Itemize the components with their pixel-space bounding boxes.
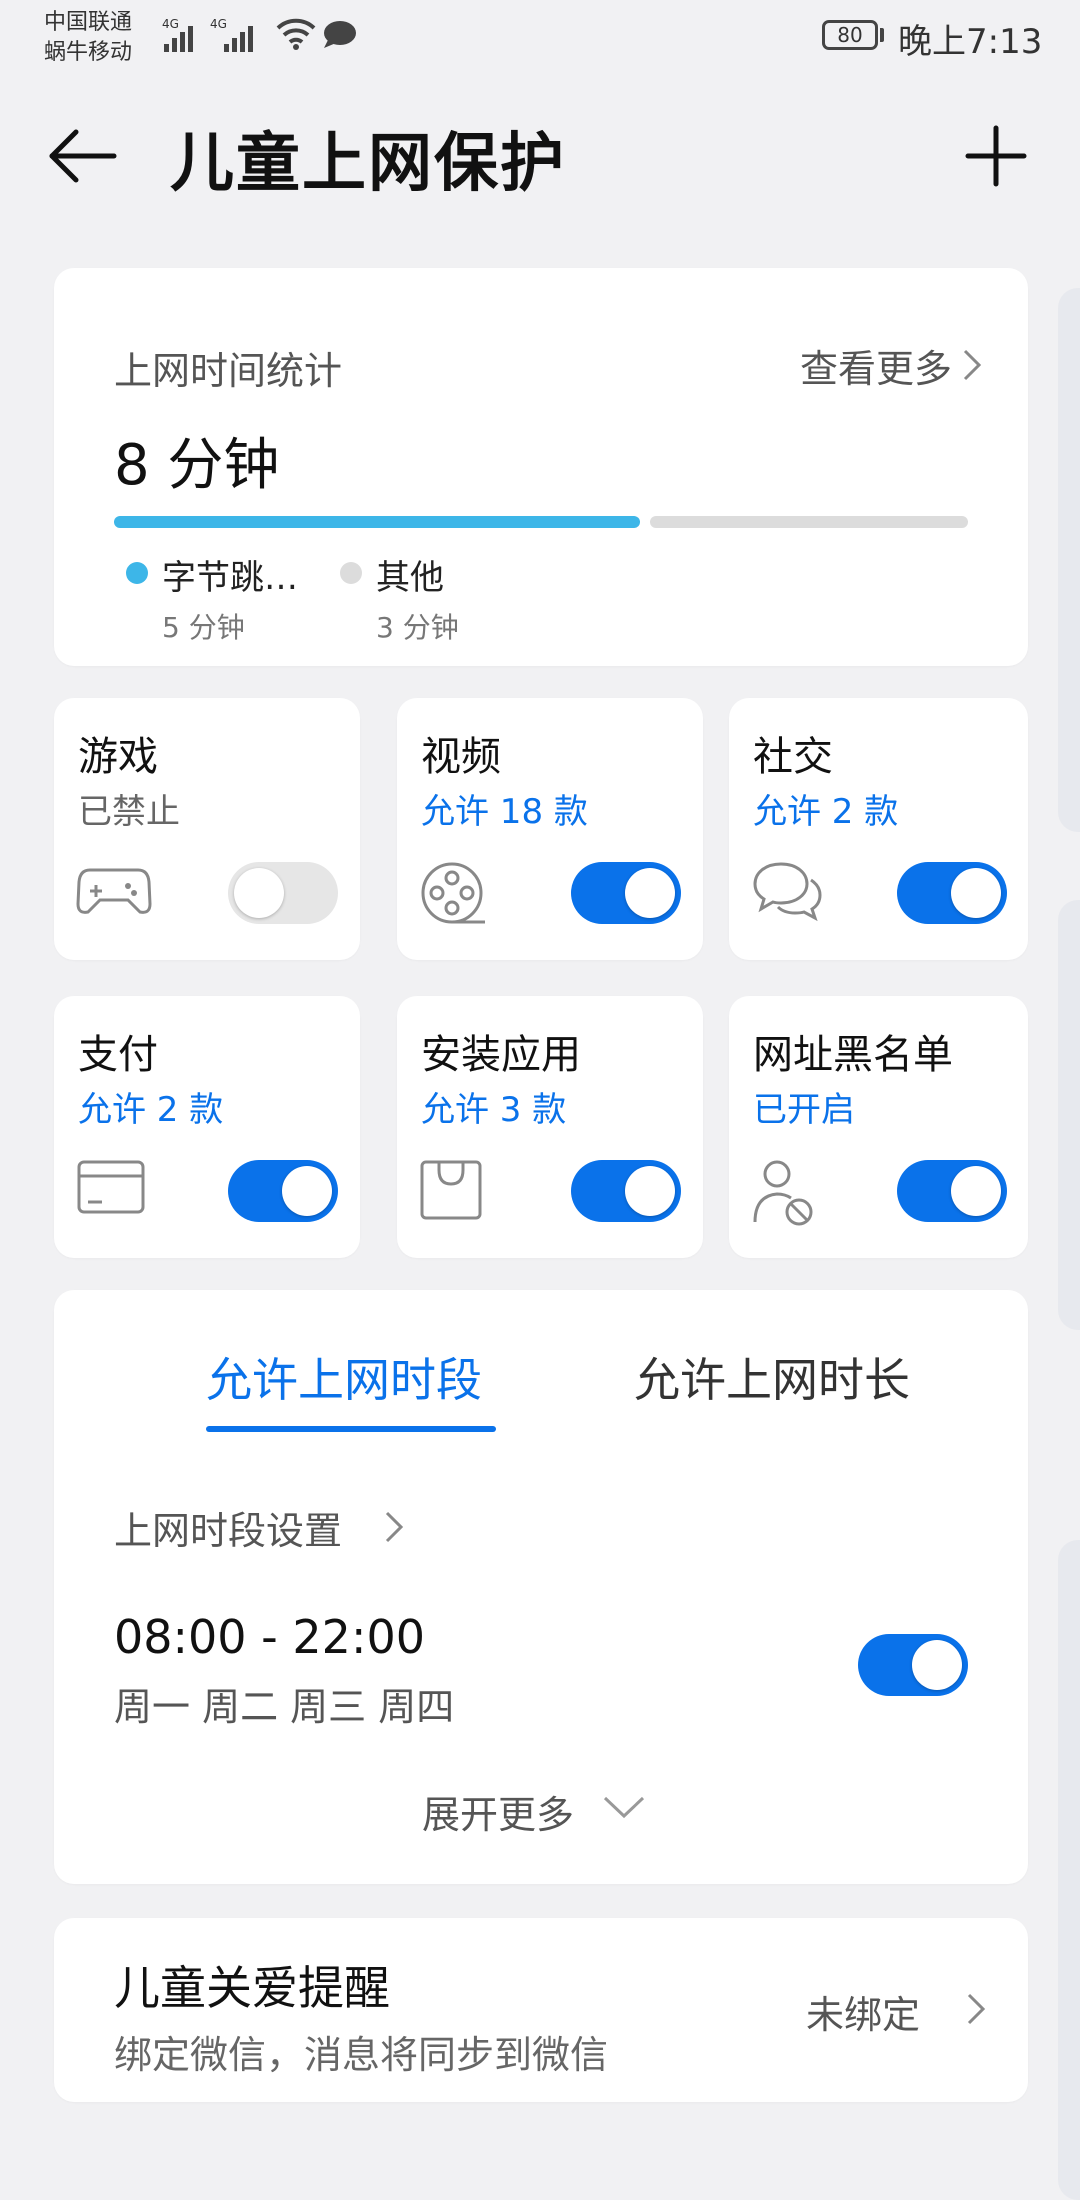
message-icon	[322, 20, 358, 54]
add-button[interactable]	[962, 122, 1030, 190]
tile-url-blacklist[interactable]: 网址黑名单 已开启	[729, 996, 1028, 1258]
battery-tip	[880, 28, 884, 42]
status-carrier: 中国联通 蜗牛移动	[44, 8, 132, 68]
tile-install-apps[interactable]: 安装应用 允许 3 款	[397, 996, 703, 1258]
edge-peek-card	[1058, 900, 1080, 1330]
edge-peek-card	[1058, 288, 1080, 832]
legend-name-other: 其他	[376, 558, 444, 598]
legend-dot-other	[340, 562, 362, 584]
tile-social[interactable]: 社交 允许 2 款	[729, 698, 1028, 960]
net-type-1: 4G	[162, 17, 179, 31]
legend-value-other: 3 分钟	[376, 611, 459, 644]
usage-total: 8 分钟	[114, 433, 280, 498]
tile-title: 社交	[753, 734, 833, 780]
chevron-right-icon	[966, 1992, 986, 2030]
tile-title: 支付	[78, 1032, 158, 1078]
toggle-knob	[951, 1166, 1001, 1216]
signal-icon: 4G	[162, 14, 206, 58]
care-title: 儿童关爱提醒	[114, 1961, 390, 2015]
legend-dot-first-app	[126, 562, 148, 584]
carrier-1: 中国联通	[44, 10, 133, 35]
tile-status: 已开启	[753, 1090, 855, 1130]
status-time: 晚上7:13	[898, 22, 1043, 62]
time-range-toggle[interactable]	[858, 1634, 968, 1696]
period-settings-link[interactable]: 上网时段设置	[114, 1500, 342, 1555]
toggle-knob	[282, 1166, 332, 1216]
toggle-knob	[234, 868, 284, 918]
gamepad-icon	[76, 860, 152, 924]
payment-toggle[interactable]	[228, 1160, 338, 1222]
view-more-link[interactable]: 查看更多	[800, 338, 952, 393]
tile-title: 视频	[421, 734, 501, 780]
tile-payment[interactable]: 支付 允许 2 款	[54, 996, 360, 1258]
time-range[interactable]: 08:00 - 22:00	[114, 1610, 425, 1664]
toggle-knob	[625, 1166, 675, 1216]
install-apps-toggle[interactable]	[571, 1160, 681, 1222]
time-control-card: 允许上网时段 允许上网时长 上网时段设置 08:00 - 22:00 周一 周二…	[54, 1290, 1028, 1884]
care-reminder-card[interactable]: 儿童关爱提醒 绑定微信，消息将同步到微信 未绑定	[54, 1918, 1028, 2102]
toggle-knob	[951, 868, 1001, 918]
games-toggle[interactable]	[228, 862, 338, 924]
toggle-knob	[912, 1640, 962, 1690]
carrier-2: 蜗牛移动	[44, 40, 133, 65]
back-button[interactable]	[46, 126, 120, 186]
usage-bar-first-app	[114, 516, 640, 528]
tab-allowed-duration[interactable]: 允许上网时长	[634, 1344, 910, 1410]
time-days: 周一 周二 周三 周四	[114, 1685, 455, 1729]
tile-status: 允许 18 款	[421, 792, 588, 832]
tile-title: 网址黑名单	[753, 1032, 953, 1078]
tile-status: 允许 3 款	[421, 1090, 567, 1130]
tab-allowed-periods[interactable]: 允许上网时段	[206, 1344, 482, 1410]
card-icon	[76, 1158, 146, 1220]
chevron-right-icon	[962, 348, 982, 386]
tile-title: 安装应用	[421, 1032, 581, 1078]
care-subtitle: 绑定微信，消息将同步到微信	[114, 2033, 609, 2077]
signal-icon-2: 4G	[210, 14, 262, 58]
net-type-2: 4G	[210, 17, 227, 31]
chevron-down-icon	[602, 1794, 646, 1824]
battery-icon: 80	[822, 20, 878, 50]
expand-more-button[interactable]: 展开更多	[422, 1784, 574, 1839]
video-toggle[interactable]	[571, 862, 681, 924]
legend-name-first-app: 字节跳…	[162, 558, 298, 598]
binding-status[interactable]: 未绑定	[806, 1984, 920, 2039]
tile-status: 允许 2 款	[753, 792, 899, 832]
usage-title: 上网时间统计	[114, 349, 343, 393]
arrow-left-icon	[49, 129, 117, 183]
tile-title: 游戏	[78, 734, 158, 780]
legend-value-first-app: 5 分钟	[162, 611, 245, 644]
chevron-right-icon	[384, 1510, 404, 1548]
tile-status: 允许 2 款	[78, 1090, 224, 1130]
tile-status: 已禁止	[78, 792, 180, 832]
film-reel-icon	[419, 860, 489, 934]
wifi-icon	[276, 18, 316, 54]
chat-bubbles-icon	[751, 860, 823, 926]
tile-games[interactable]: 游戏 已禁止	[54, 698, 360, 960]
user-block-icon	[751, 1158, 817, 1232]
usage-stats-card[interactable]: 上网时间统计 查看更多 8 分钟 字节跳… 5 分钟 其他 3 分钟	[54, 268, 1028, 666]
edge-peek-card	[1058, 1540, 1080, 2200]
social-toggle[interactable]	[897, 862, 1007, 924]
plus-icon	[965, 125, 1027, 187]
bag-icon	[419, 1158, 483, 1226]
usage-bar-other	[650, 516, 968, 528]
tile-video[interactable]: 视频 允许 18 款	[397, 698, 703, 960]
toggle-knob	[625, 868, 675, 918]
url-blacklist-toggle[interactable]	[897, 1160, 1007, 1222]
active-tab-indicator	[206, 1426, 496, 1432]
page-title: 儿童上网保护	[170, 127, 566, 201]
